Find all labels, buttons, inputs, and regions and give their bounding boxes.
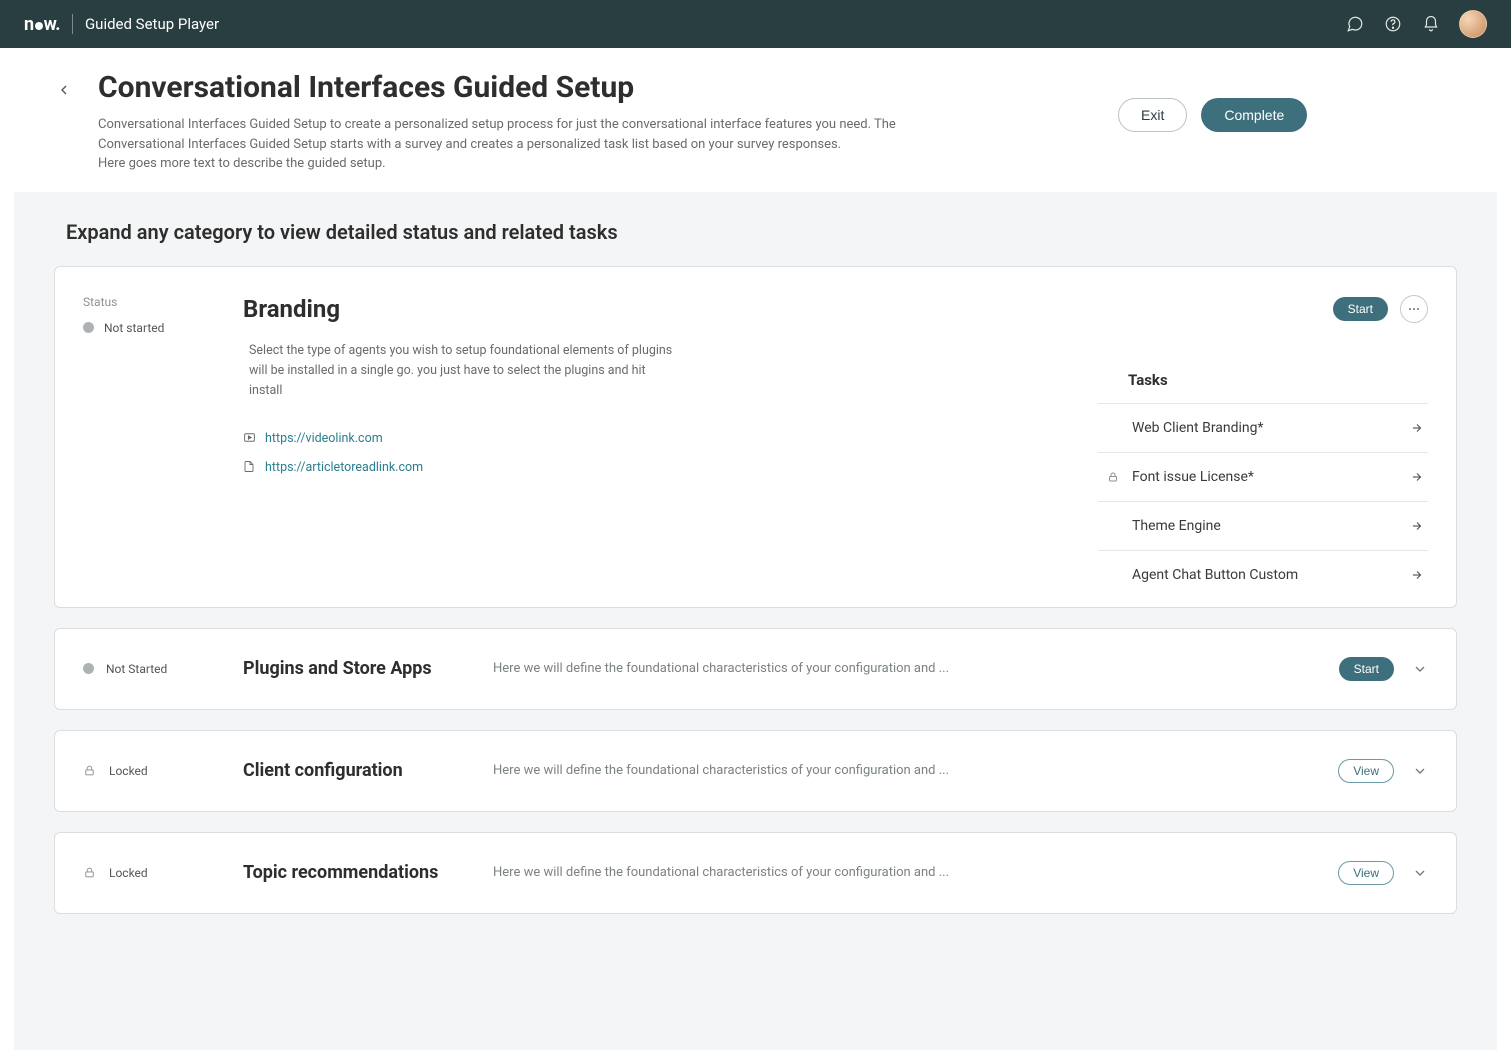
body-area: Expand any category to view detailed sta… xyxy=(14,192,1497,1050)
logo-dot-icon xyxy=(35,22,43,30)
body-heading: Expand any category to view detailed sta… xyxy=(66,220,1445,244)
more-menu-button[interactable] xyxy=(1400,295,1428,323)
task-label: Web Client Branding* xyxy=(1132,420,1400,436)
category-title: Plugins and Store Apps xyxy=(243,658,493,679)
complete-button[interactable]: Complete xyxy=(1201,98,1307,132)
status-text: Not Started xyxy=(106,662,167,676)
category-description: Here we will define the foundational cha… xyxy=(493,661,1339,676)
category-title: Client configuration xyxy=(243,760,493,781)
category-card-topic-recommendations: Locked Topic recommendations Here we wil… xyxy=(54,832,1457,914)
page-header: Conversational Interfaces Guided Setup C… xyxy=(0,48,1511,192)
task-label: Theme Engine xyxy=(1132,518,1400,534)
category-description: Here we will define the foundational cha… xyxy=(493,763,1338,778)
view-button[interactable]: View xyxy=(1338,861,1394,885)
category-title: Branding xyxy=(243,295,1078,323)
topbar-divider xyxy=(72,14,73,34)
task-list: Web Client Branding* Font issue License* xyxy=(1098,403,1428,599)
category-title: Topic recommendations xyxy=(243,862,493,883)
status-text: Locked xyxy=(109,866,148,880)
lock-icon xyxy=(1104,471,1122,483)
lock-icon xyxy=(83,764,97,778)
task-item[interactable]: Agent Chat Button Custom xyxy=(1098,551,1428,599)
category-card-plugins: Not Started Plugins and Store Apps Here … xyxy=(54,628,1457,710)
topbar-title: Guided Setup Player xyxy=(85,15,219,33)
status-text: Not started xyxy=(104,321,164,335)
brand-logo: nw. xyxy=(24,14,60,35)
video-link[interactable]: https://videolink.com xyxy=(265,431,383,446)
status-text: Locked xyxy=(109,764,148,778)
arrow-right-icon xyxy=(1410,421,1424,435)
category-description: Select the type of agents you wish to se… xyxy=(243,341,673,401)
arrow-right-icon xyxy=(1410,568,1424,582)
bell-icon[interactable] xyxy=(1421,14,1441,34)
task-label: Font issue License* xyxy=(1132,469,1400,485)
start-button[interactable]: Start xyxy=(1333,297,1388,321)
video-link-row[interactable]: https://videolink.com xyxy=(243,431,1078,446)
category-card-client-config: Locked Client configuration Here we will… xyxy=(54,730,1457,812)
status-dot-icon xyxy=(83,322,94,333)
chevron-down-icon[interactable] xyxy=(1412,661,1428,677)
exit-button[interactable]: Exit xyxy=(1118,98,1187,132)
document-icon xyxy=(243,460,257,474)
article-link-row[interactable]: https://articletoreadlink.com xyxy=(243,460,1078,475)
page-description: Conversational Interfaces Guided Setup t… xyxy=(98,115,978,174)
start-button[interactable]: Start xyxy=(1339,657,1394,681)
back-button[interactable] xyxy=(56,70,80,174)
tasks-heading: Tasks xyxy=(1128,371,1428,389)
task-label: Agent Chat Button Custom xyxy=(1132,567,1400,583)
help-icon[interactable] xyxy=(1383,14,1403,34)
lock-icon xyxy=(83,866,97,880)
category-description: Here we will define the foundational cha… xyxy=(493,865,1338,880)
top-bar: nw. Guided Setup Player xyxy=(0,0,1511,48)
task-item[interactable]: Font issue License* xyxy=(1098,453,1428,502)
view-button[interactable]: View xyxy=(1338,759,1394,783)
user-avatar[interactable] xyxy=(1459,10,1487,38)
task-item[interactable]: Theme Engine xyxy=(1098,502,1428,551)
arrow-right-icon xyxy=(1410,519,1424,533)
page-title: Conversational Interfaces Guided Setup xyxy=(98,70,1078,105)
task-item[interactable]: Web Client Branding* xyxy=(1098,404,1428,453)
chat-icon[interactable] xyxy=(1345,14,1365,34)
article-link[interactable]: https://articletoreadlink.com xyxy=(265,460,423,475)
status-label: Status xyxy=(83,295,243,309)
chevron-down-icon[interactable] xyxy=(1412,865,1428,881)
status-dot-icon xyxy=(83,663,94,674)
arrow-right-icon xyxy=(1410,470,1424,484)
category-card-branding: Status Not started Branding Select the t… xyxy=(54,266,1457,608)
chevron-down-icon[interactable] xyxy=(1412,763,1428,779)
video-icon xyxy=(243,431,257,445)
